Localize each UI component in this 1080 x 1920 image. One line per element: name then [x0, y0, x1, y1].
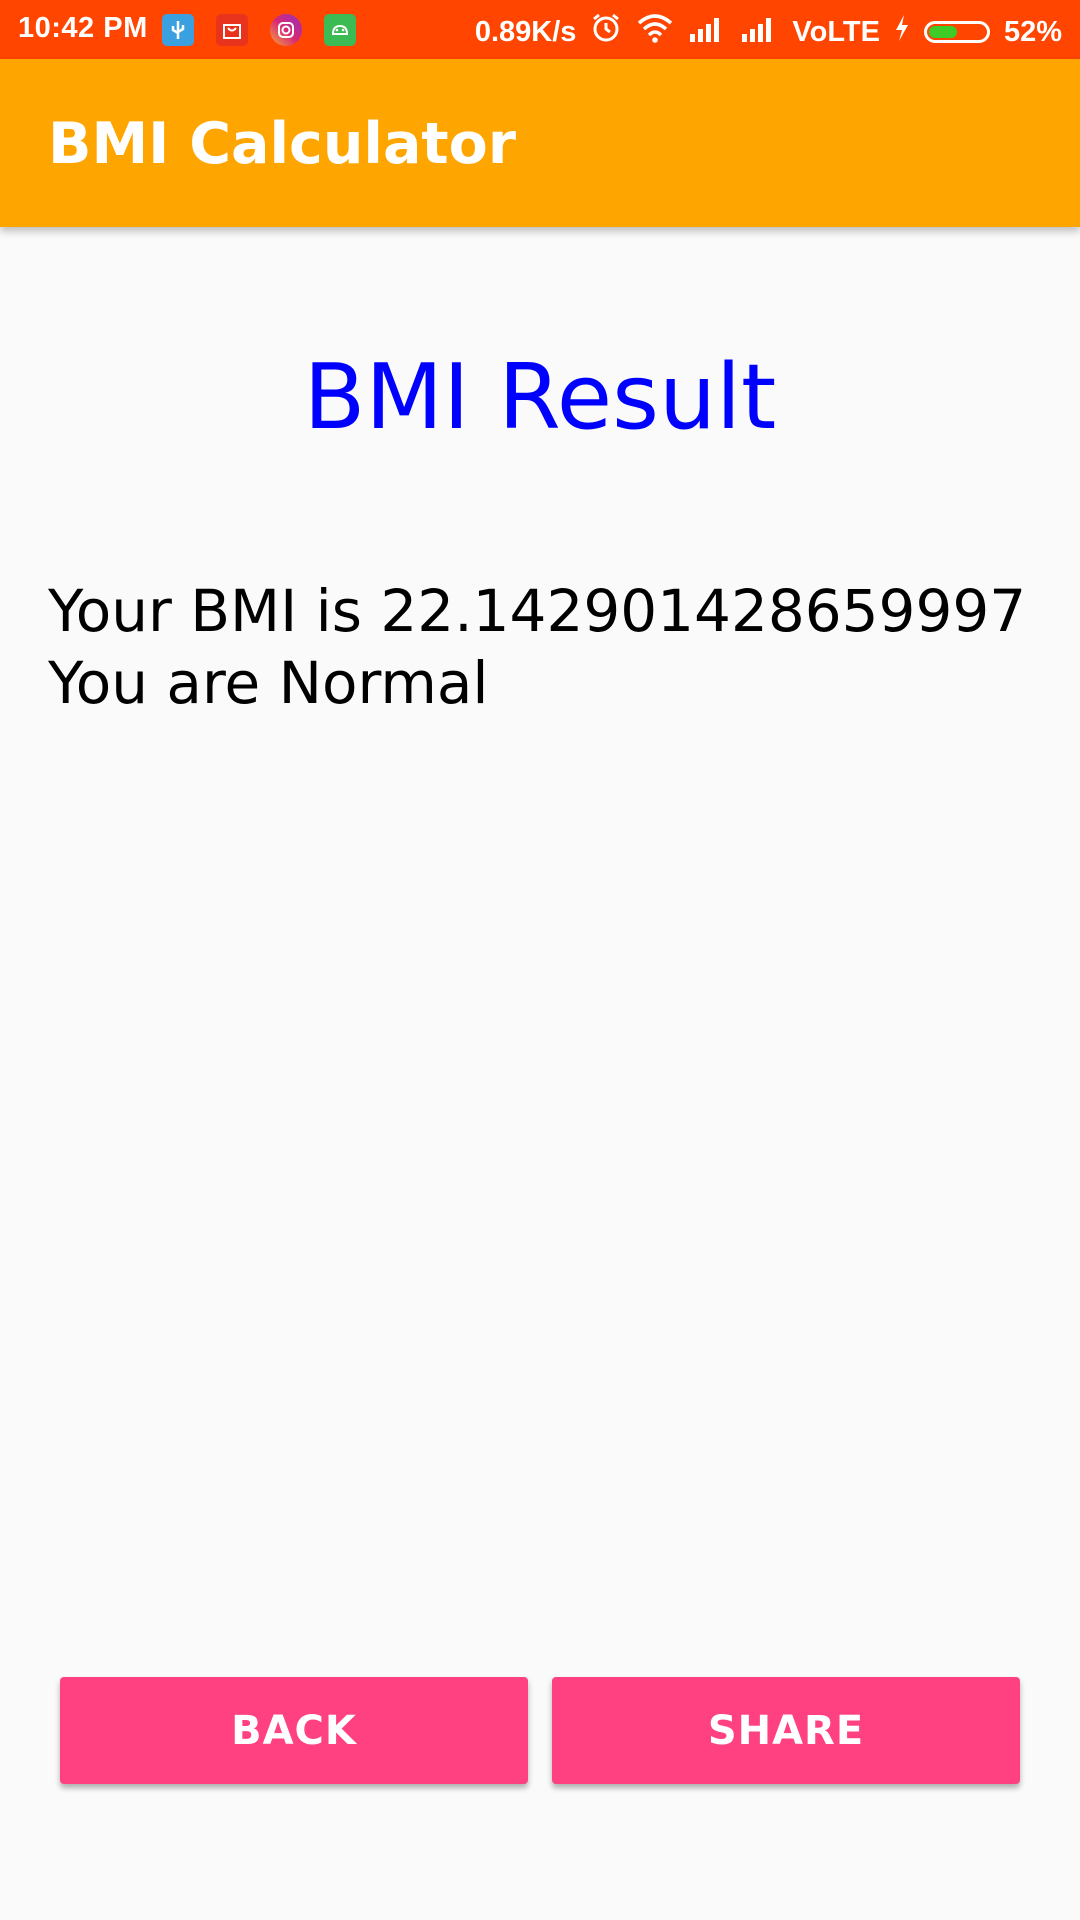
screen: 10:42 PM 0.89K/s VoLTE 52% BMI Calculato… — [0, 0, 1080, 1920]
status-time: 10:42 PM — [18, 12, 148, 44]
bmi-category-text: You are Normal — [48, 649, 489, 717]
signal-icon-1 — [688, 14, 726, 50]
shopping-bag-icon — [216, 14, 248, 46]
instagram-icon — [270, 14, 302, 46]
battery-icon — [923, 21, 990, 43]
alarm-icon — [590, 12, 622, 52]
back-button[interactable]: BACK — [60, 1677, 528, 1784]
charging-icon — [894, 14, 910, 50]
network-type: VoLTE — [792, 15, 880, 48]
wifi-icon — [636, 12, 674, 52]
status-right: 0.89K/s VoLTE 52% — [475, 12, 1062, 52]
app-title: BMI Calculator — [48, 111, 516, 177]
signal-icon-2 — [740, 14, 778, 50]
battery-level — [928, 26, 958, 38]
status-bar: 10:42 PM 0.89K/s VoLTE 52% — [0, 0, 1080, 59]
share-button[interactable]: SHARE — [552, 1677, 1020, 1784]
android-icon — [324, 14, 356, 46]
result-heading: BMI Result — [303, 345, 777, 450]
usb-icon — [162, 14, 194, 46]
notification-icons — [162, 14, 356, 46]
network-speed: 0.89K/s — [474, 15, 577, 48]
result-text: Your BMI is 22.142901428659997 You are N… — [48, 575, 1048, 719]
battery-percent: 52% — [1003, 15, 1062, 48]
app-bar: BMI Calculator — [0, 59, 1080, 227]
bmi-value-text: Your BMI is 22.142901428659997 — [48, 577, 1027, 645]
